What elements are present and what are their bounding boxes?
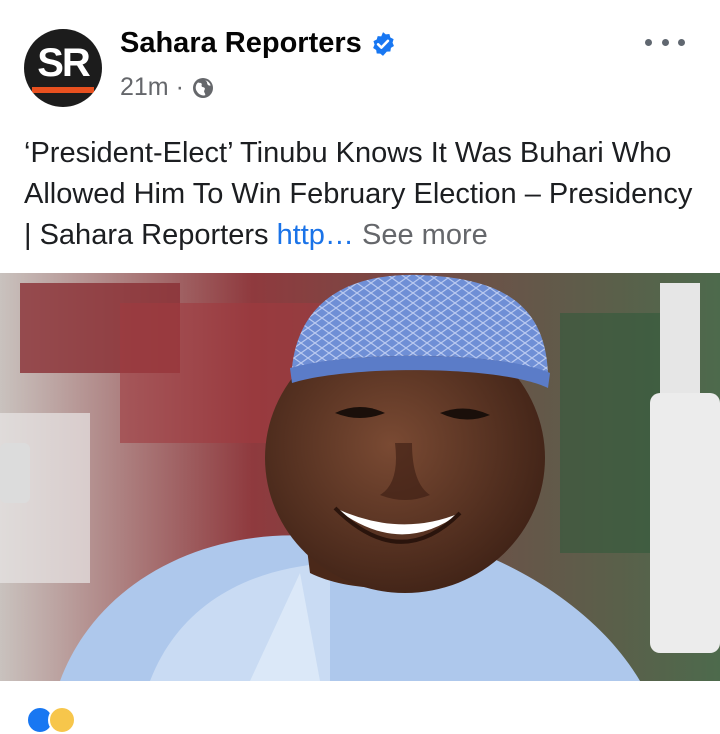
meta-separator: ·	[175, 73, 184, 101]
more-options-dot	[678, 38, 685, 46]
post-caption: ‘President-Elect’ Tinubu Knows It Was Bu…	[24, 137, 693, 251]
photo-illustration	[0, 273, 720, 681]
globe-icon	[192, 77, 213, 98]
more-options-button[interactable]	[645, 30, 685, 54]
post-header: SR Sahara Reporters 21m ·	[0, 0, 720, 120]
reactions-row[interactable]	[26, 706, 76, 734]
page-name-row: Sahara Reporters	[120, 27, 396, 60]
post-timestamp[interactable]: 21m	[120, 73, 169, 102]
see-more-button[interactable]: See more	[362, 219, 488, 251]
avatar-logo-text: SR	[37, 41, 91, 85]
page-name[interactable]: Sahara Reporters	[120, 27, 362, 60]
post-meta: 21m ·	[120, 73, 215, 102]
post-photo[interactable]	[0, 273, 720, 681]
haha-reaction-icon	[48, 706, 76, 734]
more-options-icon	[645, 38, 652, 46]
page-avatar[interactable]: SR	[24, 29, 102, 107]
post-link[interactable]: http…	[277, 219, 354, 251]
avatar-logo-bar	[32, 87, 94, 93]
verified-badge-icon	[372, 31, 394, 56]
post-text: ‘President-Elect’ Tinubu Knows It Was Bu…	[24, 133, 704, 256]
more-options-dot	[661, 38, 669, 46]
